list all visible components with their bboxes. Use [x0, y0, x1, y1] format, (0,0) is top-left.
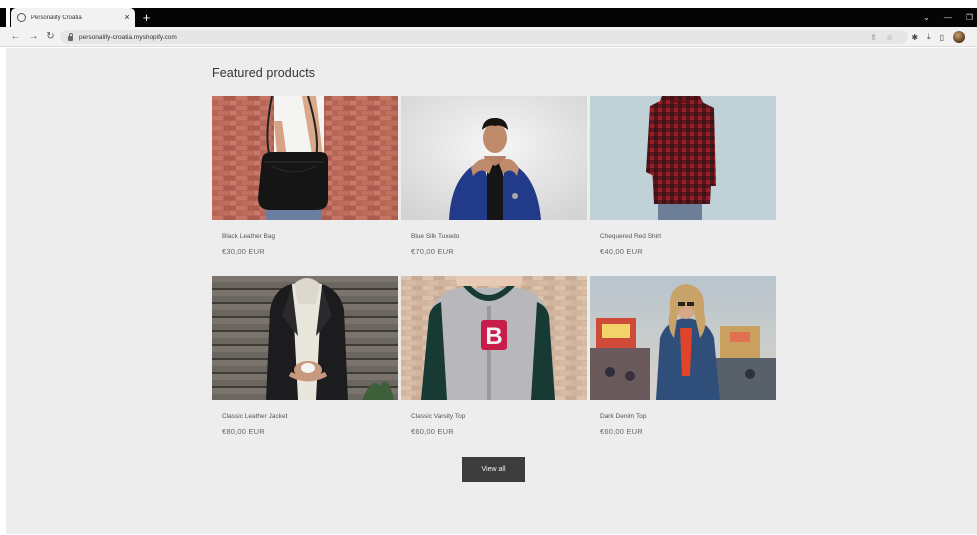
address-bar[interactable]: personalify-croatia.myshopify.com	[60, 30, 908, 44]
browser-window: Personalify Croatia × + ⌄ — ❐ ← → ↻ pers…	[0, 0, 977, 535]
reload-icon[interactable]: ↻	[45, 31, 56, 43]
share-icon[interactable]: ⇪	[870, 33, 877, 42]
product-name[interactable]: Chequered Red Shirt	[600, 233, 661, 240]
download-icon[interactable]: ⤓	[927, 32, 931, 42]
tab-strip-edge	[6, 8, 10, 27]
chevron-down-icon[interactable]: ⌄	[923, 13, 930, 22]
product-card-classic-leather-jacket[interactable]: Classic Leather Jacket €80,00 EUR	[212, 276, 398, 436]
forward-arrow-icon[interactable]: →	[28, 31, 39, 43]
restore-icon[interactable]: ❐	[966, 13, 973, 22]
product-image[interactable]: B	[401, 276, 587, 400]
view-all-button[interactable]: View all	[462, 457, 525, 482]
product-image[interactable]	[212, 276, 398, 400]
globe-icon	[17, 13, 26, 22]
product-image[interactable]	[590, 96, 776, 220]
new-tab-button[interactable]: +	[139, 10, 154, 25]
product-price: €30,00 EUR	[222, 247, 265, 256]
product-image[interactable]	[401, 96, 587, 220]
puzzle-icon[interactable]: ✱	[911, 33, 918, 42]
address-bar-actions: ⇪ ☆	[870, 30, 893, 44]
product-name[interactable]: Classic Varsity Top	[411, 413, 465, 420]
lock-icon	[68, 32, 73, 41]
product-price: €80,00 EUR	[222, 427, 265, 436]
product-card-dark-denim-top[interactable]: Dark Denim Top €60,00 EUR	[590, 276, 776, 436]
tab-title: Personalify Croatia	[31, 14, 82, 21]
page-content: Featured products Black Leather Bag €30,…	[6, 48, 977, 534]
product-name[interactable]: Blue Silk Tuxedo	[411, 233, 459, 240]
star-icon[interactable]: ☆	[886, 33, 893, 42]
browser-toolbar: ← → ↻ personalify-croatia.myshopify.com …	[0, 27, 977, 47]
side-panel-icon[interactable]: ▯	[940, 33, 944, 42]
product-price: €70,00 EUR	[411, 247, 454, 256]
product-price: €40,00 EUR	[600, 247, 643, 256]
profile-avatar[interactable]	[953, 31, 965, 43]
address-url: personalify-croatia.myshopify.com	[79, 33, 177, 41]
extension-icons: ✱ ⤓ ▯	[911, 30, 965, 44]
product-name[interactable]: Classic Leather Jacket	[222, 413, 287, 420]
product-card-chequered-red-shirt[interactable]: Chequered Red Shirt €40,00 EUR	[590, 96, 776, 256]
product-image[interactable]	[212, 96, 398, 220]
section-title: Featured products	[212, 66, 316, 80]
product-price: €60,00 EUR	[600, 427, 643, 436]
svg-text:B: B	[485, 323, 502, 350]
product-card-classic-varsity-top[interactable]: B Classic Varsity Top €60,00 EUR	[401, 276, 587, 436]
minimize-icon[interactable]: —	[944, 13, 952, 22]
product-name[interactable]: Black Leather Bag	[222, 233, 275, 240]
product-card-black-leather-bag[interactable]: Black Leather Bag €30,00 EUR	[212, 96, 398, 256]
back-arrow-icon[interactable]: ←	[10, 31, 21, 43]
product-card-blue-silk-tuxedo[interactable]: Blue Silk Tuxedo €70,00 EUR	[401, 96, 587, 256]
product-name[interactable]: Dark Denim Top	[600, 413, 646, 420]
product-price: €60,00 EUR	[411, 427, 454, 436]
browser-tab-active[interactable]: Personalify Croatia ×	[11, 8, 135, 27]
close-icon[interactable]: ×	[121, 13, 133, 22]
product-image[interactable]	[590, 276, 776, 400]
window-controls: ⌄ — ❐	[923, 8, 973, 27]
